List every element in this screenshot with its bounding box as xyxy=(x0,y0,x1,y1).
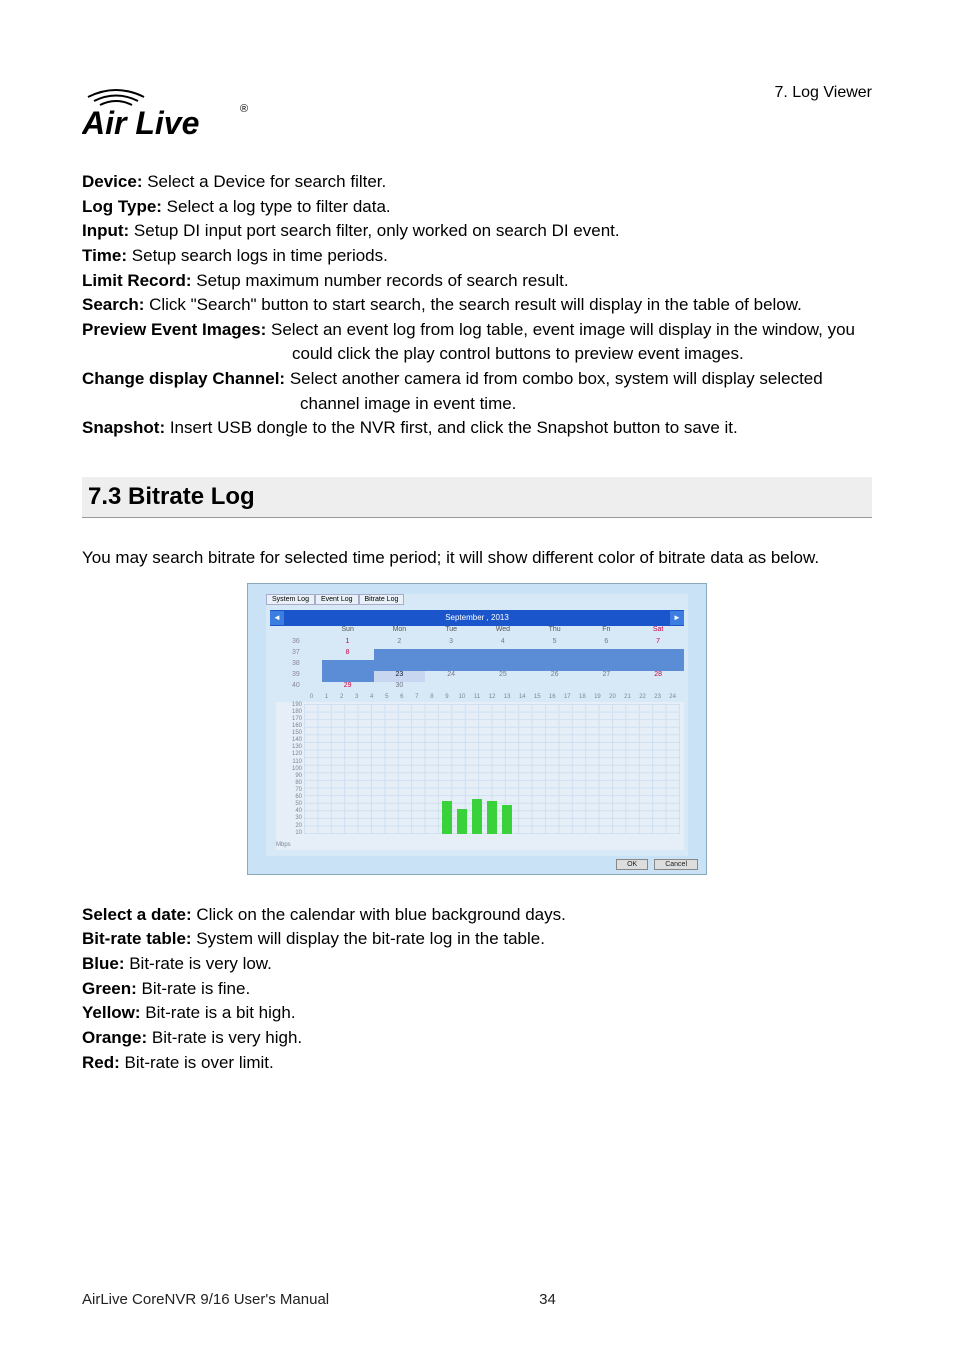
def-label: Bit-rate table: xyxy=(82,929,192,948)
airlive-logo-icon: Air Live ® xyxy=(82,80,252,142)
def-label: Limit Record: xyxy=(82,271,192,290)
chart-y-axis: 1901801701601501401301201101009080706050… xyxy=(278,702,302,836)
def-label: Orange: xyxy=(82,1028,147,1047)
screenshot-tabs: System Log Event Log Bitrate Log xyxy=(266,594,404,605)
chart-bars xyxy=(304,704,680,834)
calendar-dow-row: Sun Mon Tue Wed Thu Fri Sat xyxy=(270,626,684,638)
calendar-header: ◄ September , 2013 ► xyxy=(270,610,684,626)
def-text: Bit-rate is a bit high. xyxy=(141,1003,296,1022)
svg-text:®: ® xyxy=(240,103,248,115)
chart-unit-label: Mbps xyxy=(276,842,291,848)
def-label: Blue: xyxy=(82,954,125,973)
def-label: Change display Channel: xyxy=(82,369,285,388)
calendar-prev-icon[interactable]: ◄ xyxy=(270,611,284,625)
section-title: Bitrate Log xyxy=(128,483,255,510)
def-text: Setup maximum number records of search r… xyxy=(192,271,569,290)
def-label: Log Type: xyxy=(82,197,162,216)
def-text: Bit-rate is fine. xyxy=(137,979,250,998)
def-text: Select an event log from log table, even… xyxy=(266,320,855,364)
def-label: Search: xyxy=(82,295,144,314)
intro-text: You may search bitrate for selected time… xyxy=(82,546,872,571)
def-text: Setup DI input port search filter, only … xyxy=(129,221,619,240)
def-label: Input: xyxy=(82,221,129,240)
tab-bitrate-log[interactable]: Bitrate Log xyxy=(359,594,405,605)
def-label: Snapshot: xyxy=(82,418,165,437)
chart-x-axis: 0123456789101112131415161718192021222324 xyxy=(304,694,680,702)
chart-bar xyxy=(442,801,452,834)
tab-event-log[interactable]: Event Log xyxy=(315,594,359,605)
chart-bar xyxy=(457,809,467,834)
section-heading: 7.3 Bitrate Log xyxy=(82,477,872,518)
calendar-next-icon[interactable]: ► xyxy=(670,611,684,625)
calendar-title: September , 2013 xyxy=(445,613,509,622)
def-label: Select a date: xyxy=(82,905,192,924)
svg-text:Air Live: Air Live xyxy=(82,105,199,141)
chart-bar xyxy=(502,805,512,834)
def-label: Preview Event Images: xyxy=(82,320,266,339)
def-text: Bit-rate is over limit. xyxy=(120,1053,274,1072)
post-definitions-block: Select a date: Click on the calendar wit… xyxy=(82,903,872,1075)
calendar-grid[interactable]: 3612345673783839232425262728402930 xyxy=(270,638,684,693)
def-label: Red: xyxy=(82,1053,120,1072)
logo: Air Live ® xyxy=(82,80,252,142)
def-text: Click on the calendar with blue backgrou… xyxy=(192,905,566,924)
def-label: Yellow: xyxy=(82,1003,141,1022)
def-label: Time: xyxy=(82,246,127,265)
breadcrumb: 7. Log Viewer xyxy=(774,84,872,102)
def-text: Bit-rate is very high. xyxy=(147,1028,302,1047)
def-text: Bit-rate is very low. xyxy=(125,954,272,973)
section-intro: You may search bitrate for selected time… xyxy=(82,546,872,571)
def-label: Green: xyxy=(82,979,137,998)
footer-page-number: 34 xyxy=(539,1291,556,1308)
def-text: Select a Device for search filter. xyxy=(142,172,386,191)
def-text: Select another camera id from combo box,… xyxy=(285,369,823,413)
def-text: System will display the bit-rate log in … xyxy=(192,929,545,948)
def-text: Insert USB dongle to the NVR first, and … xyxy=(165,418,738,437)
cancel-button[interactable]: Cancel xyxy=(654,859,698,870)
bitrate-log-screenshot: System Log Event Log Bitrate Log ◄ Septe… xyxy=(247,583,707,875)
chart-bar xyxy=(487,801,497,834)
page-header: Air Live ® 7. Log Viewer xyxy=(82,80,872,142)
def-text: Setup search logs in time periods. xyxy=(127,246,388,265)
footer-manual-title: AirLive CoreNVR 9/16 User's Manual xyxy=(82,1291,329,1308)
page-footer: AirLive CoreNVR 9/16 User's Manual 34 xyxy=(82,1291,872,1308)
ok-button[interactable]: OK xyxy=(616,859,648,870)
chart-bar xyxy=(472,799,482,833)
def-text: Select a log type to filter data. xyxy=(162,197,391,216)
tab-system-log[interactable]: System Log xyxy=(266,594,315,605)
section-number: 7.3 xyxy=(88,483,121,510)
bitrate-chart: 1901801701601501401301201101009080706050… xyxy=(276,702,684,850)
definitions-block: Device: Select a Device for search filte… xyxy=(82,170,872,441)
def-label: Device: xyxy=(82,172,142,191)
def-text: Click "Search" button to start search, t… xyxy=(144,295,801,314)
